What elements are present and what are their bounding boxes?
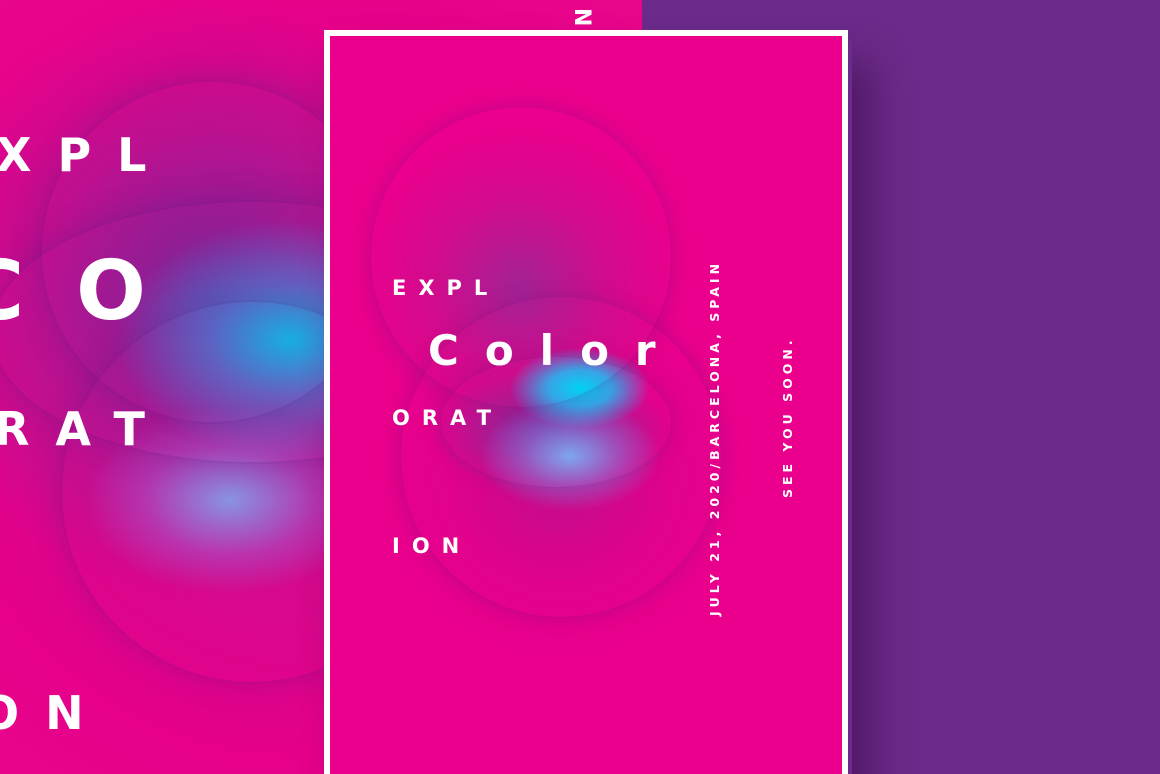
background-line-1: XPL bbox=[0, 128, 173, 182]
background-line-3: RAT bbox=[0, 402, 171, 456]
poster-line-4: ION bbox=[392, 534, 472, 558]
poster-mockup-scene: XPL CO RAT ON N EXPL Color ORAT ION JULY… bbox=[0, 0, 1160, 774]
poster-title-color: Color bbox=[428, 326, 682, 375]
background-line-4: ON bbox=[0, 686, 110, 740]
background-line-2: CO bbox=[0, 244, 198, 339]
poster-tagline: SEE YOU SOON. bbox=[780, 336, 795, 498]
foreground-poster: EXPL Color ORAT ION JULY 21, 2020/BARCEL… bbox=[330, 36, 842, 774]
poster-line-3: ORAT bbox=[392, 406, 503, 430]
poster-date-location: JULY 21, 2020/BARCELONA, SPAIN bbox=[707, 259, 722, 616]
background-edge-letter: N bbox=[569, 8, 594, 31]
poster-line-1: EXPL bbox=[392, 276, 500, 300]
